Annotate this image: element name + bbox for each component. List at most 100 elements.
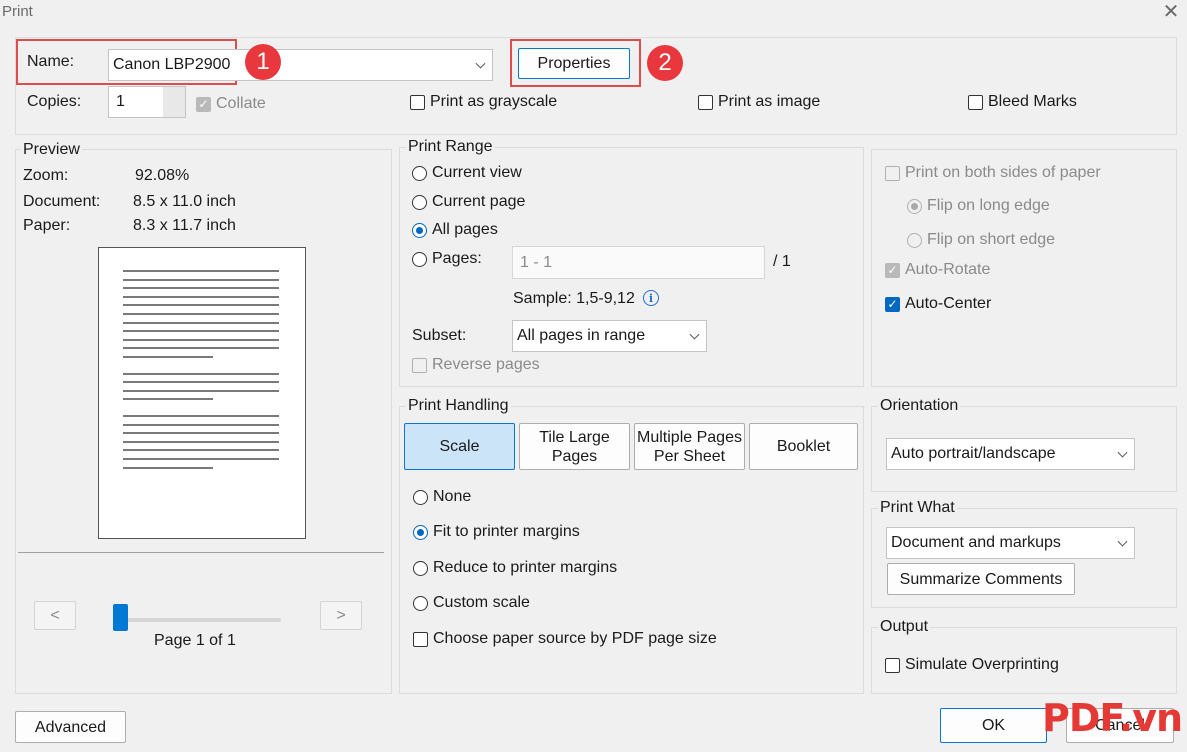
print-as-image-option[interactable]: Print as image: [698, 93, 820, 111]
preview-text-line: [123, 287, 279, 290]
range-all-pages[interactable]: All pages: [412, 221, 498, 239]
simulate-overprinting-checkbox[interactable]: [885, 657, 900, 673]
advanced-button[interactable]: Advanced: [15, 711, 126, 743]
scale-custom[interactable]: Custom scale: [413, 594, 530, 612]
summarize-comments-button[interactable]: Summarize Comments: [887, 563, 1075, 595]
prev-page-button[interactable]: <: [34, 601, 76, 630]
print-range-legend: Print Range: [406, 138, 495, 156]
current-view-radio[interactable]: [412, 165, 427, 181]
reverse-pages-option[interactable]: Reverse pages: [412, 356, 540, 374]
preview-text-line: [123, 440, 279, 443]
pages-input[interactable]: 1 - 1: [512, 246, 765, 279]
reverse-pages-label: Reverse pages: [432, 356, 540, 373]
flip-short-radio[interactable]: [907, 232, 922, 248]
grayscale-label: Print as grayscale: [430, 93, 558, 110]
all-pages-label: All pages: [432, 221, 498, 238]
tab-multiple-pages[interactable]: Multiple Pages Per Sheet: [634, 423, 745, 470]
current-page-label: Current page: [432, 193, 526, 210]
next-page-button[interactable]: >: [320, 601, 362, 630]
simulate-overprinting-option[interactable]: Simulate Overprinting: [885, 656, 1059, 674]
range-current-page[interactable]: Current page: [412, 193, 525, 211]
scale-custom-radio[interactable]: [413, 595, 428, 611]
auto-rotate-option[interactable]: ✓ Auto-Rotate: [885, 261, 990, 279]
print-handling-legend: Print Handling: [406, 397, 511, 415]
ok-button[interactable]: OK: [940, 708, 1047, 743]
pages-radio[interactable]: [412, 251, 427, 267]
preview-text-line: [123, 466, 213, 469]
both-sides-checkbox[interactable]: [885, 165, 900, 181]
print-as-image-checkbox[interactable]: [698, 94, 713, 110]
auto-center-label: Auto-Center: [905, 295, 992, 312]
properties-button[interactable]: Properties: [518, 48, 630, 79]
copies-spinner[interactable]: [163, 87, 185, 117]
pages-total: / 1: [773, 253, 791, 270]
paper-size-value: 8.3 x 11.7 inch: [133, 217, 236, 234]
paper-source-checkbox[interactable]: [413, 631, 428, 647]
scale-fit[interactable]: Fit to printer margins: [413, 523, 580, 541]
print-what-select[interactable]: Document and markups: [886, 527, 1135, 559]
flip-long-option[interactable]: Flip on long edge: [907, 197, 1050, 215]
scale-reduce[interactable]: Reduce to printer margins: [413, 559, 617, 577]
orientation-select[interactable]: Auto portrait/landscape: [886, 438, 1135, 470]
print-as-image-label: Print as image: [718, 93, 821, 110]
flip-short-option[interactable]: Flip on short edge: [907, 231, 1055, 249]
preview-text-line: [123, 381, 279, 384]
zoom-value: 92.08%: [135, 167, 190, 184]
bleed-marks-option[interactable]: Bleed Marks: [968, 93, 1077, 111]
scale-custom-label: Custom scale: [433, 594, 530, 611]
tab-tile-large-pages[interactable]: Tile Large Pages: [519, 423, 630, 470]
copies-input[interactable]: 1: [108, 86, 186, 118]
page-slider-thumb[interactable]: [113, 604, 128, 631]
auto-rotate-checkbox[interactable]: ✓: [885, 262, 900, 278]
collate-option[interactable]: ✓ Collate: [196, 95, 266, 113]
tab-booklet[interactable]: Booklet: [749, 423, 858, 470]
paper-size-label: Paper:: [23, 217, 71, 234]
name-label: Name:: [27, 53, 75, 70]
scale-fit-label: Fit to printer margins: [433, 523, 580, 540]
flip-long-label: Flip on long edge: [927, 197, 1050, 214]
print-what-legend: Print What: [878, 499, 957, 517]
range-pages[interactable]: Pages:: [412, 250, 482, 268]
scale-none-radio[interactable]: [413, 489, 428, 505]
auto-rotate-label: Auto-Rotate: [905, 261, 991, 278]
output-legend: Output: [878, 618, 931, 636]
scale-none[interactable]: None: [413, 488, 471, 506]
auto-center-option[interactable]: ✓ Auto-Center: [885, 295, 991, 313]
current-page-radio[interactable]: [412, 194, 427, 210]
grayscale-checkbox[interactable]: [410, 94, 425, 110]
flip-long-radio[interactable]: [907, 198, 922, 214]
page-indicator: Page 1 of 1: [154, 632, 236, 649]
preview-text-line: [123, 270, 279, 272]
collate-label: Collate: [216, 95, 266, 112]
flip-short-label: Flip on short edge: [927, 231, 1056, 248]
simulate-overprinting-label: Simulate Overprinting: [905, 656, 1059, 673]
bleed-marks-checkbox[interactable]: [968, 94, 983, 110]
scale-fit-radio[interactable]: [413, 524, 428, 540]
preview-text-line: [123, 347, 279, 350]
preview-text-line: [123, 321, 279, 324]
both-sides-label: Print on both sides of paper: [905, 164, 1101, 181]
subset-select[interactable]: All pages in range: [512, 320, 707, 352]
grayscale-option[interactable]: Print as grayscale: [410, 93, 557, 111]
tab-scale[interactable]: Scale: [404, 423, 515, 470]
page-slider[interactable]: [113, 618, 281, 622]
scale-none-label: None: [433, 488, 472, 505]
range-current-view[interactable]: Current view: [412, 164, 522, 182]
info-icon[interactable]: i: [643, 290, 659, 306]
close-icon[interactable]: ✕: [1158, 0, 1184, 26]
zoom-label: Zoom:: [23, 167, 69, 184]
scale-reduce-radio[interactable]: [413, 560, 428, 576]
reverse-pages-checkbox[interactable]: [412, 357, 427, 373]
collate-checkbox[interactable]: ✓: [196, 96, 211, 112]
paper-source-option[interactable]: Choose paper source by PDF page size: [413, 630, 717, 648]
preview-text-line: [123, 278, 279, 281]
all-pages-radio[interactable]: [412, 222, 427, 238]
both-sides-option[interactable]: Print on both sides of paper: [885, 164, 1101, 182]
auto-center-checkbox[interactable]: ✓: [885, 296, 900, 312]
copies-value: 1: [116, 93, 125, 110]
preview-text-line: [123, 432, 279, 435]
chevron-down-icon: [475, 58, 486, 69]
preview-text-line: [123, 389, 279, 392]
paper-source-label: Choose paper source by PDF page size: [433, 630, 717, 647]
printer-select[interactable]: Canon LBP2900: [108, 49, 493, 81]
